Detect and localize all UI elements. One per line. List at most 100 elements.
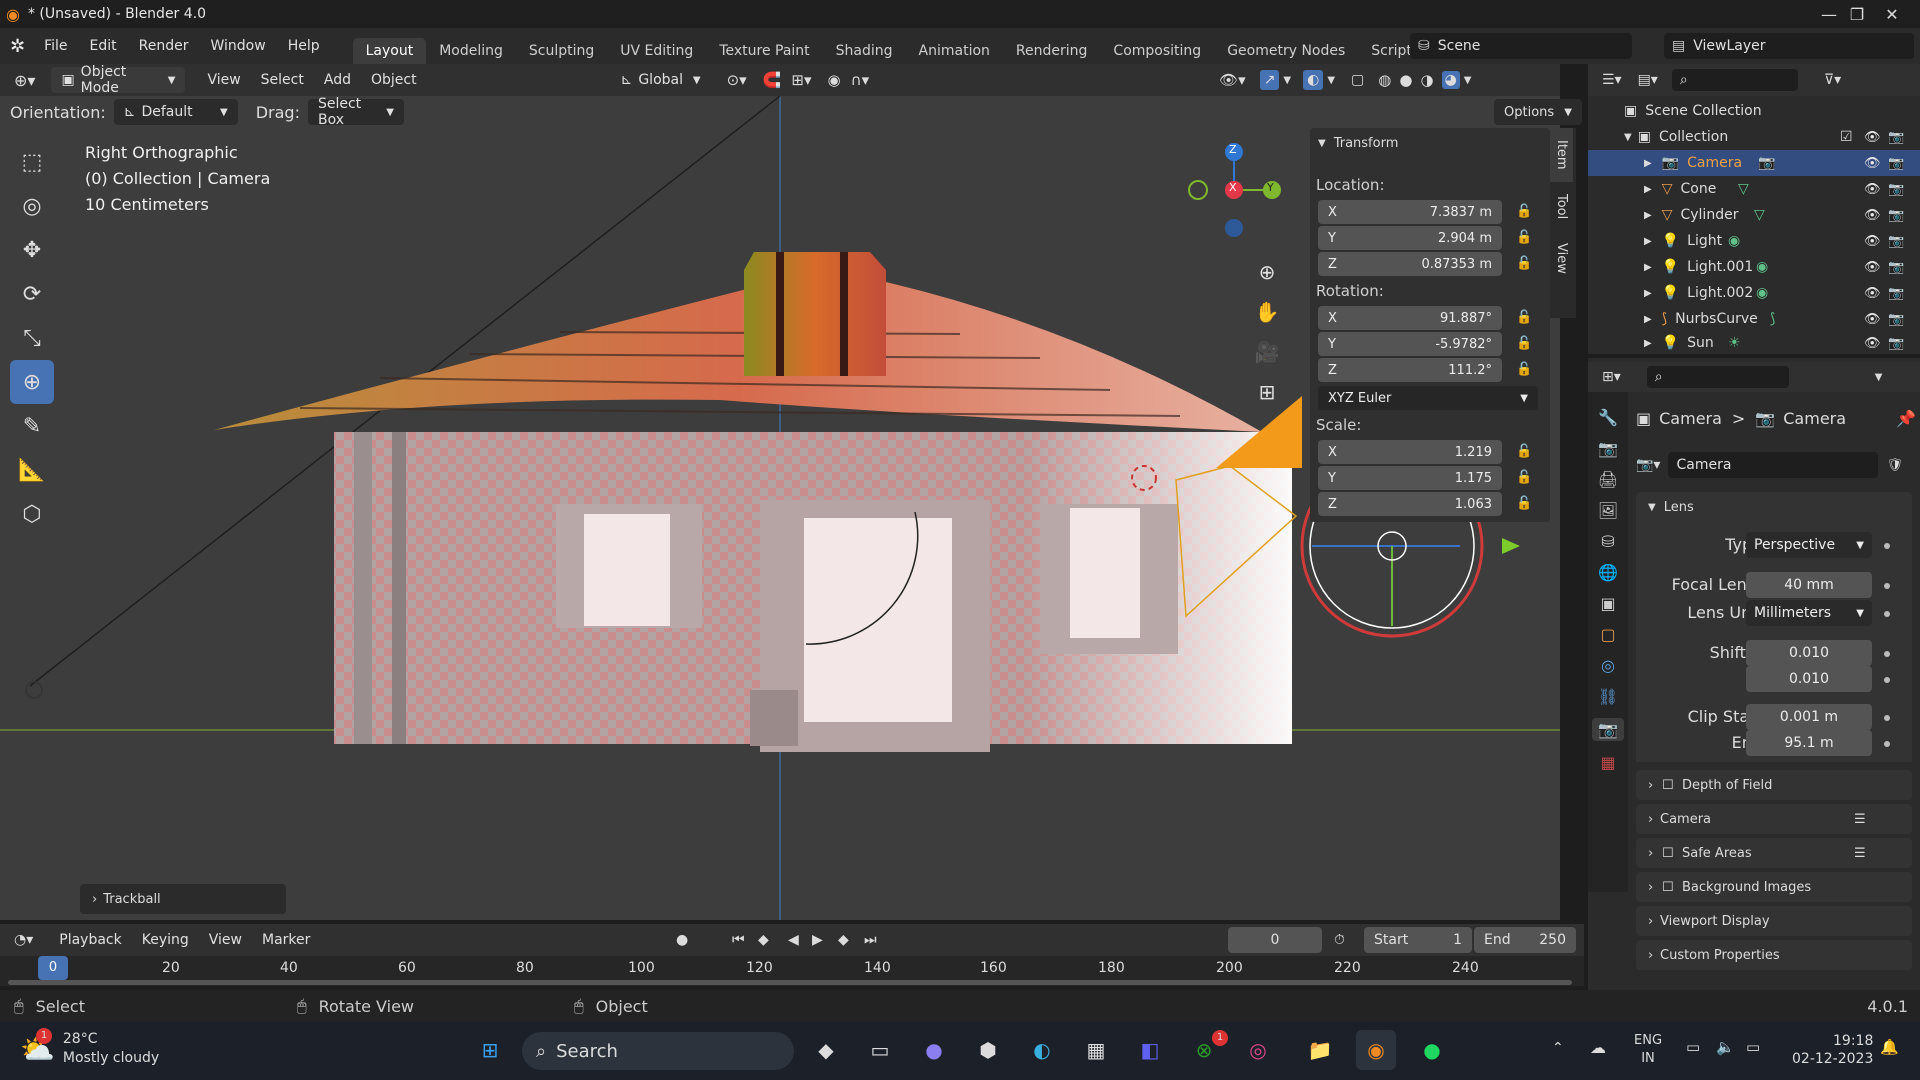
physics-tab-icon[interactable]: ◎ (1601, 656, 1615, 675)
animate-property-dot[interactable] (1884, 543, 1890, 549)
rotation-z-field[interactable]: Z 111.2° (1318, 358, 1502, 382)
chevron-right-icon[interactable]: ▶ (1644, 314, 1652, 325)
menu-window[interactable]: Window (200, 38, 277, 54)
scale-tool-icon[interactable]: ⤡ (10, 316, 54, 360)
orientation-dropdown[interactable]: ⊾ Default ▼ (113, 99, 238, 125)
eye-icon[interactable]: 👁 (1864, 260, 1881, 275)
collection-tab-icon[interactable]: ▣ (1600, 594, 1615, 613)
checkbox-icon[interactable]: ☑ (1840, 129, 1853, 145)
current-frame-field[interactable]: 0 (1228, 927, 1322, 953)
edge-browser-icon[interactable]: ◐ (1022, 1030, 1062, 1070)
render-camera-icon[interactable]: 📷 (1888, 312, 1904, 327)
windows-start-icon[interactable]: ⊞ (470, 1030, 510, 1070)
add-cube-tool-icon[interactable]: ⬡ (10, 492, 54, 536)
copilot-app-icon[interactable]: ◆ (806, 1030, 846, 1070)
gizmo-toggle-icon[interactable]: ↗ (1259, 70, 1280, 90)
blender-menu-icon[interactable]: ✲ (10, 36, 25, 57)
header-menu-view[interactable]: View (197, 72, 250, 88)
eye-icon[interactable]: 👁 (1864, 208, 1881, 223)
auto-keying-clock-icon[interactable]: ⏱ (1334, 932, 1345, 948)
tab-geometry-nodes[interactable]: Geometry Nodes (1214, 38, 1358, 64)
battery-icon[interactable]: ▭ (1746, 1038, 1760, 1056)
select-box-tool-icon[interactable]: ⬚ (10, 140, 54, 184)
display-mode-icon[interactable]: ▤▾ (1638, 72, 1658, 88)
viewport-display-panel[interactable]: › Viewport Display (1636, 906, 1912, 936)
outliner-collection[interactable]: ▼ ▣ Collection ☑ 👁 📷 (1588, 124, 1920, 150)
animate-property-dot[interactable] (1884, 583, 1890, 589)
depth-of-field-panel[interactable]: › ☐ Depth of Field (1636, 770, 1912, 800)
start-frame-field[interactable]: Start 1 (1364, 927, 1472, 953)
render-camera-icon[interactable]: 📷 (1888, 130, 1904, 145)
output-tab-icon[interactable]: 🖨 (1598, 470, 1618, 489)
location-y-field[interactable]: Y 2.904 m (1318, 226, 1502, 250)
chevron-down-icon[interactable]: ▼ (1283, 75, 1291, 86)
transform-orientation-dropdown[interactable]: ⊾ Global ▼ (611, 67, 711, 93)
blender-app-icon[interactable]: ◉ (1356, 1030, 1396, 1070)
eye-icon[interactable]: 👁 (1864, 182, 1881, 197)
animate-property-dot[interactable] (1884, 651, 1890, 657)
spotify-app-icon[interactable]: ● (1412, 1030, 1452, 1070)
navigation-gizmo[interactable]: Z X Y (1184, 138, 1284, 238)
eye-icon[interactable]: 👁 (1864, 234, 1881, 249)
lock-icon[interactable]: 🔓 (1516, 230, 1534, 248)
scene-tab-icon[interactable]: ⛁ (1601, 532, 1614, 551)
last-operator-panel[interactable]: › Trackball (80, 884, 286, 914)
options-dropdown[interactable]: Options ▼ (1494, 99, 1582, 125)
tab-shading[interactable]: Shading (823, 38, 906, 64)
pan-hand-icon[interactable]: ✋ (1252, 292, 1282, 332)
task-view-icon[interactable]: ▭ (860, 1030, 900, 1070)
tab-sculpting[interactable]: Sculpting (516, 38, 607, 64)
location-z-field[interactable]: Z 0.87353 m (1318, 252, 1502, 276)
view-layer-selector[interactable]: ▤ ViewLayer (1664, 33, 1914, 59)
eye-icon[interactable]: 👁 (1864, 130, 1881, 145)
proportional-edit-icon[interactable]: ◉ (828, 71, 841, 89)
outliner-item-cylinder[interactable]: ▶ ▽ Cylinder ▽ 👁 📷 (1588, 202, 1920, 228)
end-frame-field[interactable]: End 250 (1474, 927, 1576, 953)
timeline-menu-view[interactable]: View (199, 932, 252, 948)
volume-icon[interactable]: 🔈 (1716, 1038, 1735, 1056)
custom-properties-panel[interactable]: › Custom Properties (1636, 940, 1912, 970)
chevron-down-icon[interactable]: ▼ (1464, 75, 1472, 86)
camera-panel[interactable]: › Camera ☰ (1636, 804, 1912, 834)
properties-editor-icon[interactable]: ⊞▾ (1602, 369, 1621, 385)
object-tab-icon[interactable]: ▢ (1600, 625, 1615, 644)
safe-areas-panel[interactable]: › ☐ Safe Areas ☰ (1636, 838, 1912, 868)
tab-tool[interactable]: Tool (1550, 182, 1573, 231)
animate-property-dot[interactable] (1884, 677, 1890, 683)
outliner-item-camera[interactable]: ▶ 📷 Camera 📷 👁 📷 (1588, 150, 1920, 176)
location-x-field[interactable]: X 7.3837 m (1318, 200, 1502, 224)
file-explorer-icon[interactable]: 📁 (1300, 1030, 1340, 1070)
chevron-right-icon[interactable]: ▶ (1644, 158, 1652, 169)
chevron-right-icon[interactable]: ▶ (1644, 184, 1652, 195)
onedrive-icon[interactable]: ☁ (1590, 1038, 1606, 1057)
tab-texture-paint[interactable]: Texture Paint (706, 38, 822, 64)
chevron-down-icon[interactable]: ▼ (1327, 75, 1335, 86)
lock-icon[interactable]: 🔓 (1516, 444, 1534, 462)
checkbox-icon[interactable]: ☐ (1662, 778, 1674, 793)
eye-icon[interactable]: 👁 (1864, 336, 1881, 351)
lens-type-dropdown[interactable]: Perspective ▼ (1746, 532, 1872, 558)
playhead[interactable]: 0 (38, 956, 68, 980)
render-camera-icon[interactable]: 📷 (1888, 336, 1904, 351)
menu-help[interactable]: Help (277, 38, 331, 54)
rotation-x-field[interactable]: X 91.887° (1318, 306, 1502, 330)
transform-tool-icon[interactable]: ⊕ (10, 360, 54, 404)
cursor-tool-icon[interactable]: ◎ (10, 184, 54, 228)
timeline-menu-marker[interactable]: Marker (252, 932, 320, 948)
tab-view[interactable]: View (1550, 231, 1573, 286)
menu-edit[interactable]: Edit (79, 38, 128, 54)
constraints-tab-icon[interactable]: ⛓ (1598, 687, 1618, 706)
filter-icon[interactable]: ⊽▾ (1824, 72, 1841, 88)
outliner-item-light[interactable]: ▶ 💡 Light ◉ 👁 📷 (1588, 228, 1920, 254)
render-camera-icon[interactable]: 📷 (1888, 286, 1904, 301)
snap-icon[interactable]: 🧲 (763, 71, 782, 89)
timeline-scrollbar[interactable] (8, 980, 1572, 985)
lens-panel-header[interactable]: ▼ Lens (1636, 492, 1912, 522)
menu-file[interactable]: File (33, 38, 78, 54)
app-icon[interactable]: ⬢ (968, 1030, 1008, 1070)
chevron-right-icon[interactable]: ▶ (1644, 210, 1652, 221)
play-icon[interactable]: ▶ (812, 932, 823, 948)
lock-icon[interactable]: 🔓 (1516, 310, 1534, 328)
taskbar-search[interactable]: ⌕ Search (522, 1032, 794, 1070)
timeline-editor-icon[interactable]: ◔▾ (14, 932, 33, 948)
